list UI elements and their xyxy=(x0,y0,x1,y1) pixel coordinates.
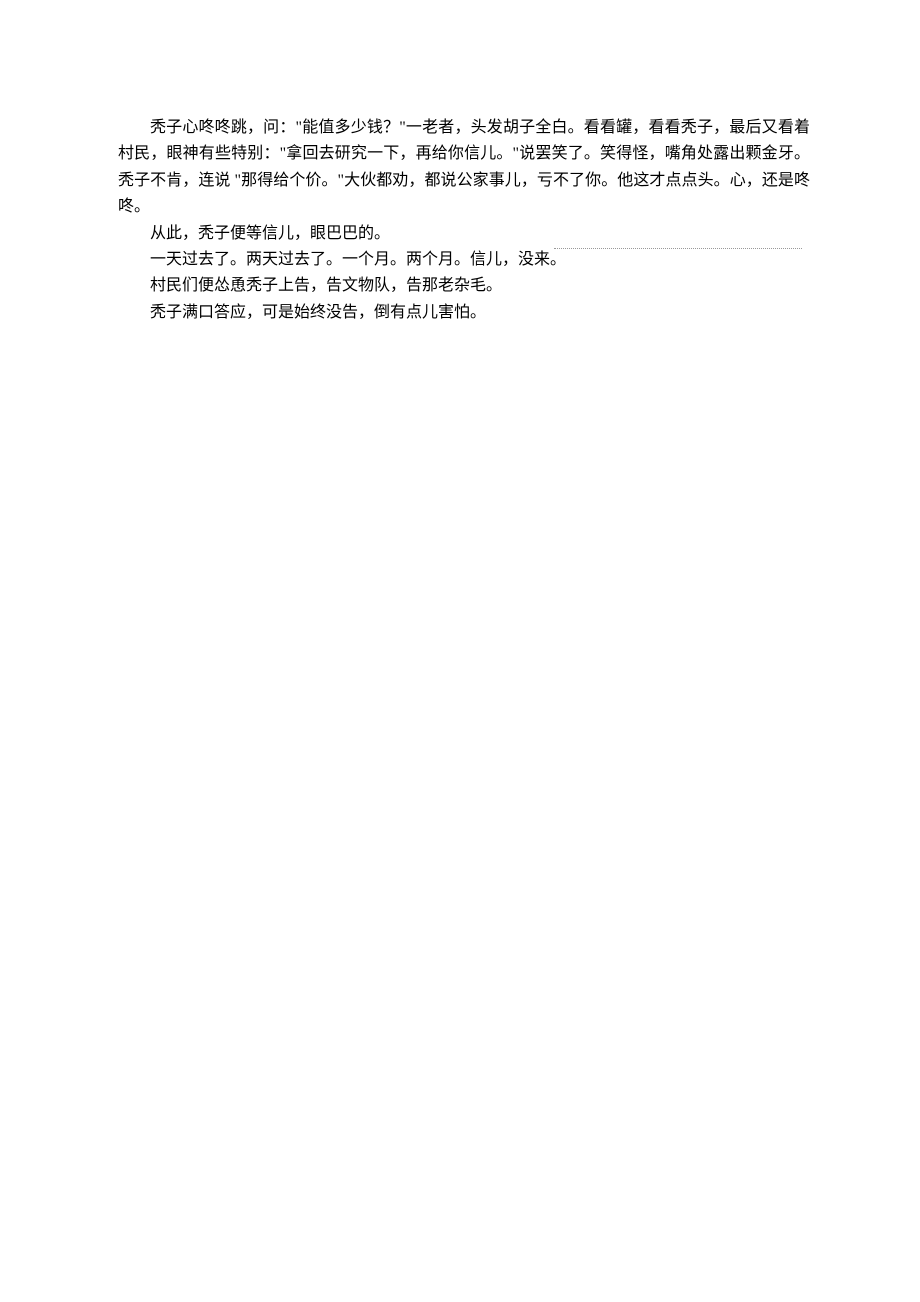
paragraph-5: 秃子满口答应，可是始终没告，倒有点儿害怕。 xyxy=(118,300,810,326)
paragraph-4: 村民们便怂恿秃子上告，告文物队，告那老杂毛。 xyxy=(118,273,810,299)
paragraph-1: 秃子心咚咚跳，问："能值多少钱？"一老者，头发胡子全白。看看罐，看看秃子，最后又… xyxy=(118,115,810,221)
dotted-underline xyxy=(554,248,802,249)
paragraph-3: 一天过去了。两天过去了。一个月。两个月。信儿，没来。 xyxy=(118,247,810,273)
paragraph-2: 从此，秃子便等信儿，眼巴巴的。 xyxy=(118,221,810,247)
